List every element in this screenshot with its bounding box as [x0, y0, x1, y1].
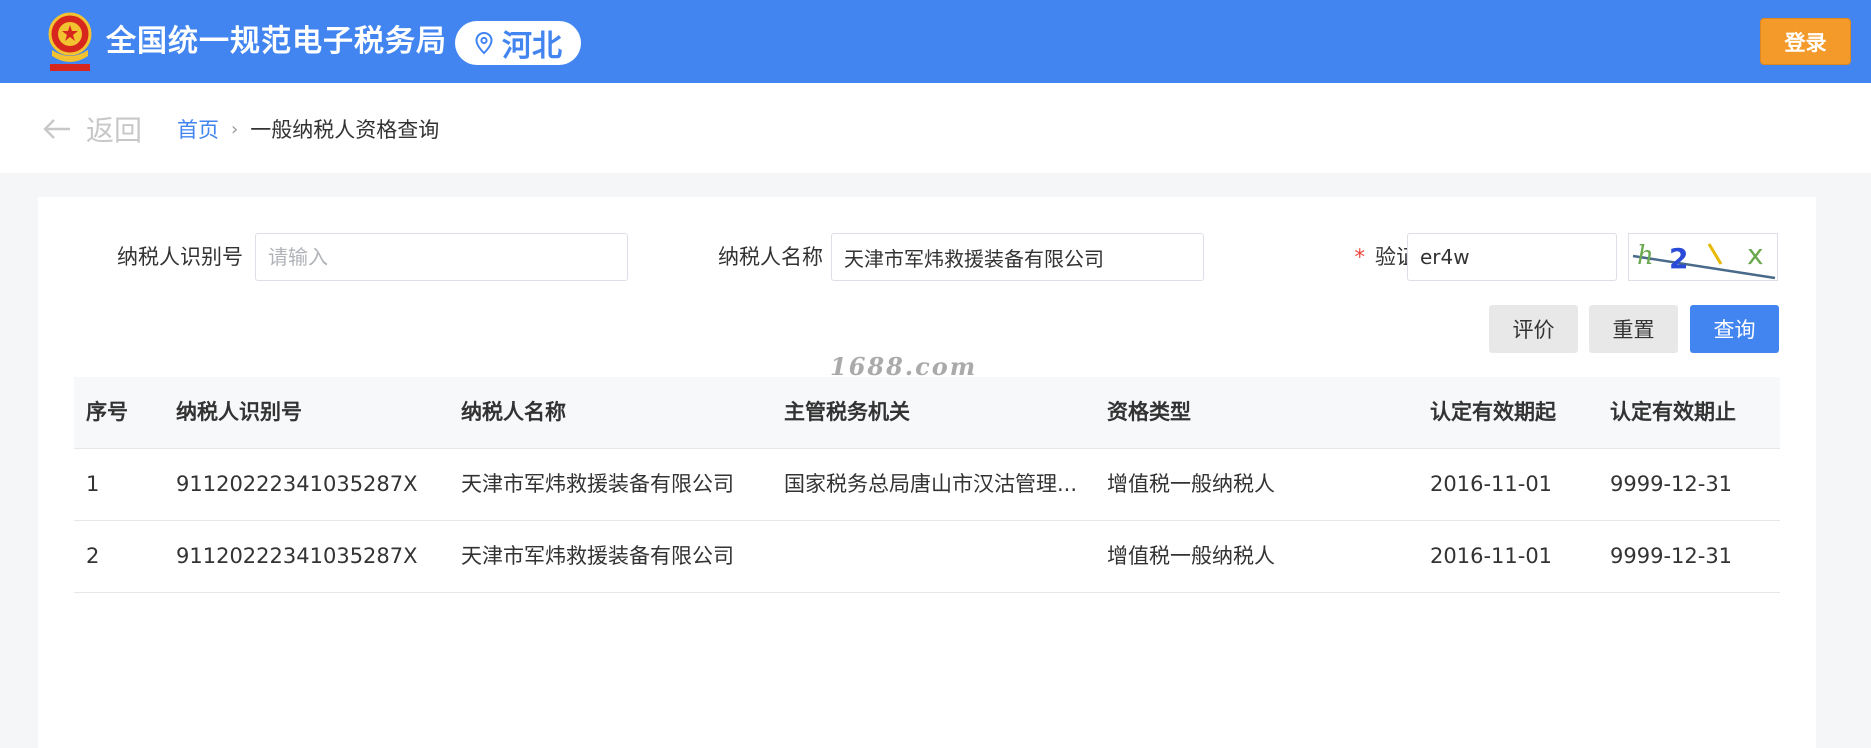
region-label: 河北: [502, 29, 562, 64]
cell-tax-authority: 国家税务总局唐山市汉沽管理...: [784, 472, 1078, 496]
taxpayer-name-input[interactable]: [831, 233, 1204, 281]
cell-tax-authority: [784, 521, 1089, 592]
captcha-input[interactable]: [1407, 233, 1617, 281]
app-title: 全国统一规范电子税务局: [106, 24, 447, 59]
cell-taxpayer-id: 91120222341035287X: [176, 472, 418, 496]
col-header-tax-authority: 主管税务机关: [784, 400, 910, 424]
col-header-qualification-type: 资格类型: [1107, 400, 1191, 424]
cell-taxpayer-name: 天津市军炜救援装备有限公司: [461, 544, 734, 568]
breadcrumb-current: 一般纳税人资格查询: [250, 118, 440, 142]
evaluate-button[interactable]: 评价: [1489, 305, 1578, 353]
table-row: 2 91120222341035287X 天津市军炜救援装备有限公司 增值税一般…: [74, 521, 1780, 593]
captcha-image[interactable]: h 2 x: [1628, 233, 1778, 281]
back-label: 返回: [86, 114, 143, 147]
col-header-index: 序号: [86, 400, 128, 424]
captcha-glyph-x: x: [1747, 238, 1764, 271]
breadcrumb-home-link[interactable]: 首页: [177, 114, 219, 144]
col-header-valid-from: 认定有效期起: [1430, 400, 1556, 424]
location-pin-icon: [475, 31, 493, 55]
taxpayer-id-label: 纳税人识别号: [117, 245, 243, 269]
back-button[interactable]: 返回: [42, 109, 142, 149]
login-button[interactable]: 登录: [1760, 18, 1851, 65]
cell-valid-to: 9999-12-31: [1610, 472, 1733, 496]
breadcrumb: 首页 › 一般纳税人资格查询: [177, 114, 439, 144]
top-header: 全国统一规范电子税务局 河北 登录: [0, 0, 1871, 83]
cell-taxpayer-id: 91120222341035287X: [176, 544, 418, 568]
cell-qualification-type: 增值税一般纳税人: [1107, 544, 1275, 568]
taxpayer-id-input[interactable]: [255, 233, 628, 281]
cell-valid-to: 9999-12-31: [1610, 544, 1733, 568]
result-table: 序号 纳税人识别号 纳税人名称 主管税务机关 资格类型 认定有效期起 认定有效期…: [74, 377, 1780, 593]
taxpayer-name-label: 纳税人名称: [718, 245, 823, 269]
col-header-taxpayer-id: 纳税人识别号: [176, 400, 302, 424]
table-row: 1 91120222341035287X 天津市军炜救援装备有限公司 国家税务总…: [74, 449, 1780, 521]
chevron-right-icon: ›: [231, 118, 239, 140]
cell-index: 2: [86, 544, 100, 568]
table-header: 序号 纳税人识别号 纳税人名称 主管税务机关 资格类型 认定有效期起 认定有效期…: [74, 377, 1780, 449]
arrow-left-icon: [43, 119, 70, 139]
cell-index: 1: [86, 472, 100, 496]
watermark-text: 1688.com: [830, 352, 978, 381]
region-selector[interactable]: 河北: [455, 21, 581, 65]
captcha-glyph-2: 2: [1669, 242, 1688, 275]
required-mark: *: [1354, 245, 1366, 269]
query-card: 纳税人识别号 纳税人名称 *验证码 h 2 x 评价 重置 查询 序号 纳税人识…: [38, 197, 1816, 748]
reset-button[interactable]: 重置: [1589, 305, 1678, 353]
cell-valid-from: 2016-11-01: [1430, 544, 1553, 568]
captcha-glyph-h: h: [1637, 241, 1654, 271]
query-button[interactable]: 查询: [1690, 305, 1779, 353]
cell-qualification-type: 增值税一般纳税人: [1107, 472, 1275, 496]
tax-emblem-logo: [44, 10, 96, 72]
col-header-taxpayer-name: 纳税人名称: [461, 400, 566, 424]
col-header-valid-to: 认定有效期止: [1610, 400, 1736, 424]
cell-valid-from: 2016-11-01: [1430, 472, 1553, 496]
cell-taxpayer-name: 天津市军炜救援装备有限公司: [461, 472, 734, 496]
breadcrumb-bar: 返回 首页 › 一般纳税人资格查询: [0, 83, 1871, 173]
